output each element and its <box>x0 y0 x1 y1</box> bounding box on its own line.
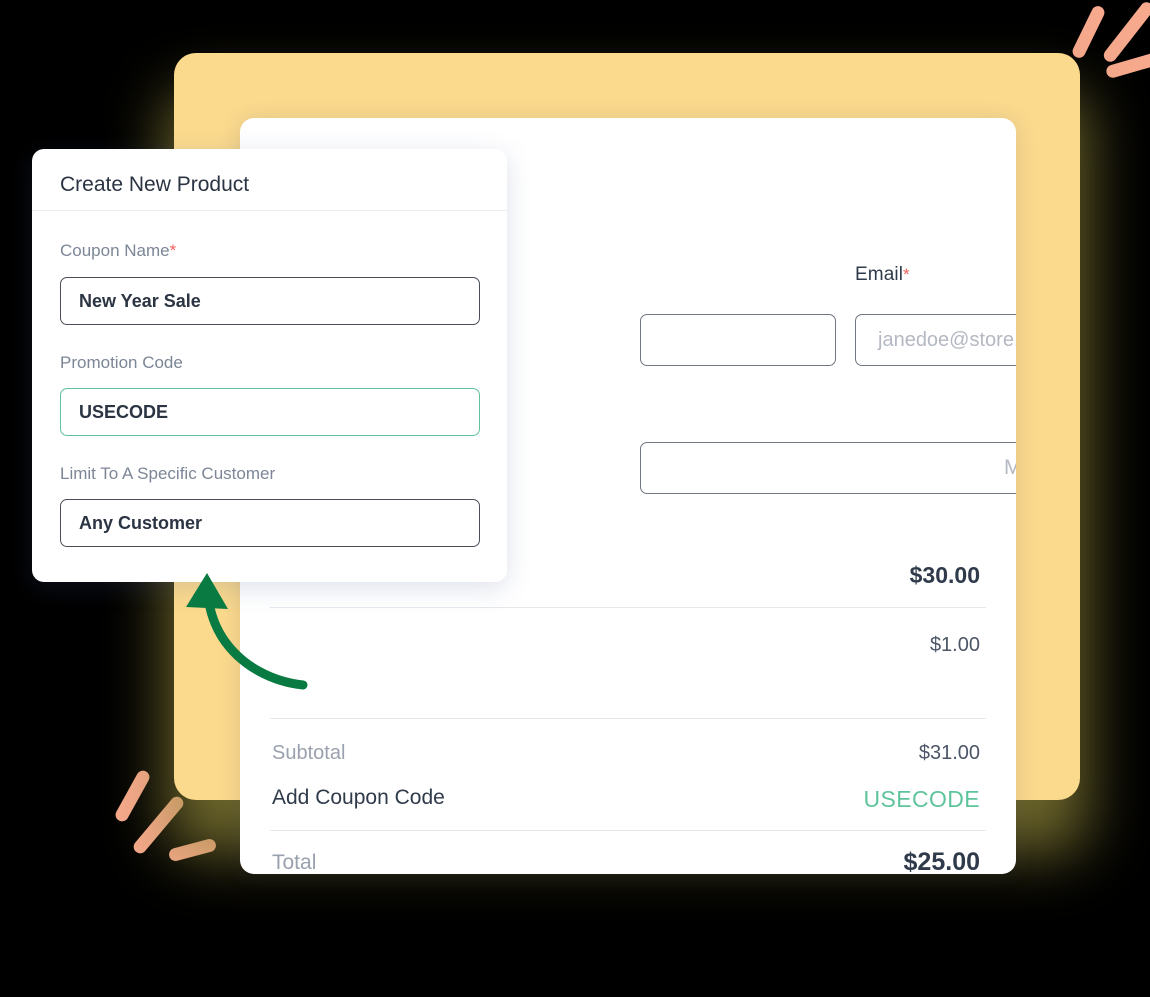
coupon-name-input[interactable]: New Year Sale <box>60 277 480 325</box>
card-number-input[interactable]: MM/YY CVV <box>640 442 1016 494</box>
line-item-amount: $30.00 <box>909 562 980 588</box>
limit-to-customer-label: Limit To A Specific Customer <box>60 464 276 483</box>
subtotal-label: Subtotal <box>272 742 346 764</box>
coupon-name-value: New Year Sale <box>79 290 201 311</box>
limit-to-customer-select[interactable]: Any Customer <box>60 499 480 547</box>
coral-dash-icon <box>167 837 218 863</box>
promotion-code-input[interactable]: USECODE <box>60 388 480 436</box>
limit-to-customer-value: Any Customer <box>79 512 203 533</box>
create-new-product-modal: Create New Product Coupon Name* New Year… <box>32 149 507 582</box>
total-value: $25.00 <box>903 848 980 874</box>
add-coupon-code-label[interactable]: Add Coupon Code <box>272 786 445 810</box>
email-input-placeholder: janedoe@store.com <box>878 328 1016 351</box>
promotion-code-label: Promotion Code <box>60 353 183 372</box>
name-input[interactable] <box>640 314 836 366</box>
card-expiry-placeholder: MM/YY <box>1003 456 1016 479</box>
divider <box>32 210 507 211</box>
divider <box>270 718 986 719</box>
email-label: Email* <box>855 264 910 286</box>
applied-coupon-code[interactable]: USECODE <box>863 786 980 813</box>
required-asterisk-icon: * <box>169 241 177 260</box>
email-label-text: Email <box>855 264 904 285</box>
screenshot-stage: Email* janedoe@store.com MM/YY CVV $30.0… <box>0 0 1150 997</box>
coupon-name-label: Coupon Name* <box>60 241 176 261</box>
subtotal-value: $31.00 <box>918 742 980 764</box>
required-asterisk-icon: * <box>903 265 910 284</box>
divider <box>270 607 986 608</box>
promotion-code-value: USECODE <box>79 401 169 422</box>
total-label: Total <box>272 851 317 874</box>
line-item-amount: $1.00 <box>929 634 980 656</box>
coral-dash-icon <box>113 768 152 824</box>
coupon-name-label-text: Coupon Name <box>60 241 170 260</box>
modal-title: Create New Product <box>60 173 250 196</box>
divider <box>270 830 986 831</box>
coral-dash-icon <box>1070 3 1107 61</box>
email-input[interactable]: janedoe@store.com <box>855 314 1016 366</box>
